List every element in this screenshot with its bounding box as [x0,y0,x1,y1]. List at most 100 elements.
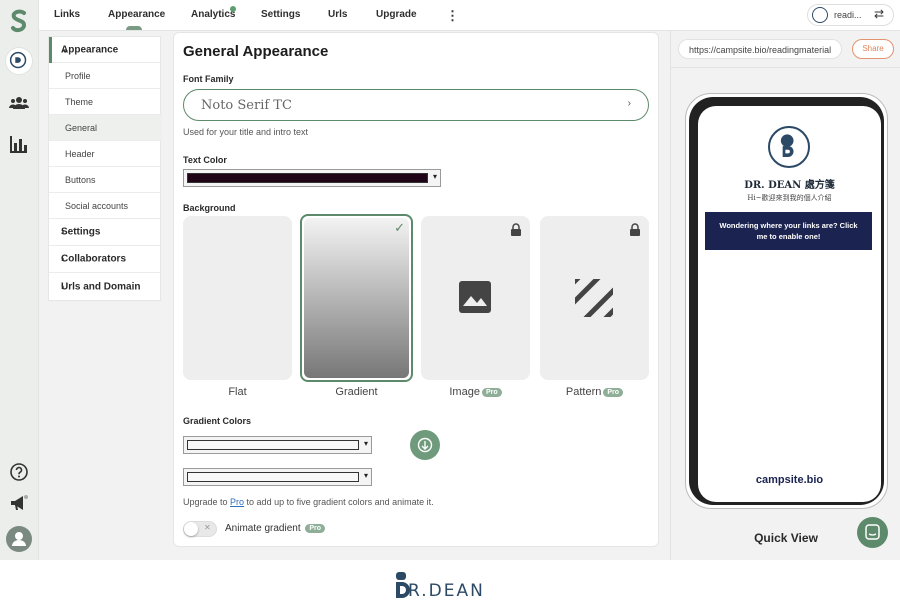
text-color-label: Text Color [183,155,227,165]
profile-avatar-icon[interactable] [5,47,33,75]
subnav-item-profile[interactable]: Profile [49,63,162,89]
background-label-image: Image Pro [421,386,530,398]
gradient-colors-label: Gradient Colors [183,416,252,426]
font-family-help: Used for your title and intro text [183,127,309,137]
user-icon[interactable] [6,526,32,552]
subnav-item-label: Profile [65,70,91,81]
subnav-item-label: General [65,122,98,133]
profile-name: DR. DEAN 處方箋 [744,180,835,191]
background-label: Background [183,203,236,213]
background-label-flat: Flat [183,386,292,398]
tab-analytics[interactable]: Analytics [191,9,235,20]
tab-appearance[interactable]: Appearance [108,9,165,20]
subnav-active-accent [49,37,52,63]
pro-badge: Pro [603,387,624,397]
profile-avatar [768,126,810,168]
text-color-swatch [187,173,428,183]
background-option-label: Flat [228,386,247,398]
dropdown-arrow-icon: ▾ [363,471,368,480]
background-option-pattern[interactable] [540,216,649,380]
tab-settings[interactable]: Settings [261,9,300,20]
subnav-settings[interactable]: Settings › [49,219,162,246]
pro-badge: Pro [481,387,502,397]
animate-gradient-label: Animate gradient Pro [225,523,326,534]
background-option-image[interactable] [421,216,530,380]
share-button[interactable]: Share [852,39,894,59]
upgrade-note-pre: Upgrade to [183,497,231,507]
lock-icon [630,223,640,236]
announcements-icon[interactable] [9,493,29,513]
tab-links[interactable]: Links [54,9,80,20]
profile-url-field[interactable]: https://campsite.bio/readingmaterial [678,39,842,59]
chat-icon [865,524,880,540]
upgrade-note: Upgrade to Pro to add up to five gradien… [183,497,434,507]
divider [671,67,900,68]
background-option-flat[interactable] [183,216,292,380]
upgrade-pro-link[interactable]: Pro [230,497,244,507]
subnav-item-header[interactable]: Header [49,141,162,167]
gradient-direction-button[interactable] [410,430,440,460]
icon-rail [0,0,39,560]
tab-upgrade[interactable]: Upgrade [376,9,417,20]
switch-icon[interactable]: ⇄ [874,7,884,21]
dropdown-arrow-icon: ▾ [432,172,437,181]
background-option-gradient[interactable]: ✓ [300,214,413,382]
page-title: General Appearance [183,43,329,60]
gradient-preview [304,218,409,378]
phone-preview: DR. DEAN 處方箋 Hi~歡迎來到我的個人介紹 Wondering whe… [685,93,888,509]
background-option-label: Image [449,386,480,398]
background-option-label: Gradient [335,386,378,398]
more-menu-icon[interactable]: ⋮ [446,8,459,24]
account-name: readi... [834,10,862,20]
font-family-select[interactable]: Noto Serif TC › [183,89,649,121]
enable-links-banner[interactable]: Wondering where your links are? Click me… [705,212,872,250]
subnav-item-buttons[interactable]: Buttons [49,167,162,193]
audience-icon[interactable] [9,93,29,113]
gradient-color-1-picker[interactable]: ▾ [183,436,372,454]
subnav-collaborators[interactable]: Collaborators › [49,246,162,273]
account-switcher[interactable]: readi... ⇄ [807,4,894,26]
help-icon[interactable] [9,462,29,482]
chevron-down-icon: ⌄ [61,44,70,55]
campsite-brand: campsite.bio [755,474,824,486]
preview-panel: https://campsite.bio/readingmaterial Sha… [670,31,900,560]
pro-badge: Pro [305,523,326,533]
close-icon: ✕ [204,523,211,532]
gradient-color-2-swatch [187,472,359,482]
checkmark-icon: ✓ [394,220,405,235]
toggle-knob [184,522,198,536]
top-navigation: Links Appearance Analytics Settings Urls… [39,0,900,31]
analytics-icon[interactable] [9,134,29,154]
app-window: Links Appearance Analytics Settings Urls… [0,0,900,560]
tab-urls[interactable]: Urls [328,9,347,20]
appearance-subnav: Appearance ⌄ Profile Theme General Heade… [48,36,162,301]
subnav-item-theme[interactable]: Theme [49,89,162,115]
subnav-item-general[interactable]: General [49,115,162,141]
subnav-urls-domain[interactable]: Urls and Domain › [49,273,162,300]
phone-screen: DR. DEAN 處方箋 Hi~歡迎來到我的個人介紹 Wondering whe… [698,106,881,502]
animate-gradient-toggle[interactable]: ✕ [183,521,217,537]
dropdown-arrow-icon: ▾ [363,439,368,448]
subnav-item-label: Theme [65,96,94,107]
background-option-label: Pattern [565,386,602,398]
profile-bio: Hi~歡迎來到我的個人介紹 [747,194,832,202]
subnav-appearance[interactable]: Appearance ⌄ [49,37,162,63]
text-color-picker[interactable]: ▾ [183,169,441,187]
chevron-right-icon: › [61,253,65,265]
subnav-item-label: Social accounts [65,200,129,211]
campsite-logo-icon[interactable] [8,9,30,33]
phone-frame: DR. DEAN 處方箋 Hi~歡迎來到我的個人介紹 Wondering whe… [689,97,884,505]
gradient-color-2-picker[interactable]: ▾ [183,468,372,486]
account-avatar [812,7,828,23]
font-family-value: Noto Serif TC [201,98,292,113]
notification-dot [230,6,236,12]
chat-button[interactable] [857,517,888,548]
footer: R.DEAN [0,560,900,610]
profile-url-text: https://campsite.bio/readingmaterial [689,45,832,55]
share-button-label: Share [862,44,884,53]
dr-dean-logo-text: R.DEAN [408,581,485,601]
subnav-item-social-accounts[interactable]: Social accounts [49,193,162,219]
chevron-right-icon: › [627,98,631,109]
subnav-item-label: Header [65,148,95,159]
subnav-item-label: Buttons [65,174,96,185]
